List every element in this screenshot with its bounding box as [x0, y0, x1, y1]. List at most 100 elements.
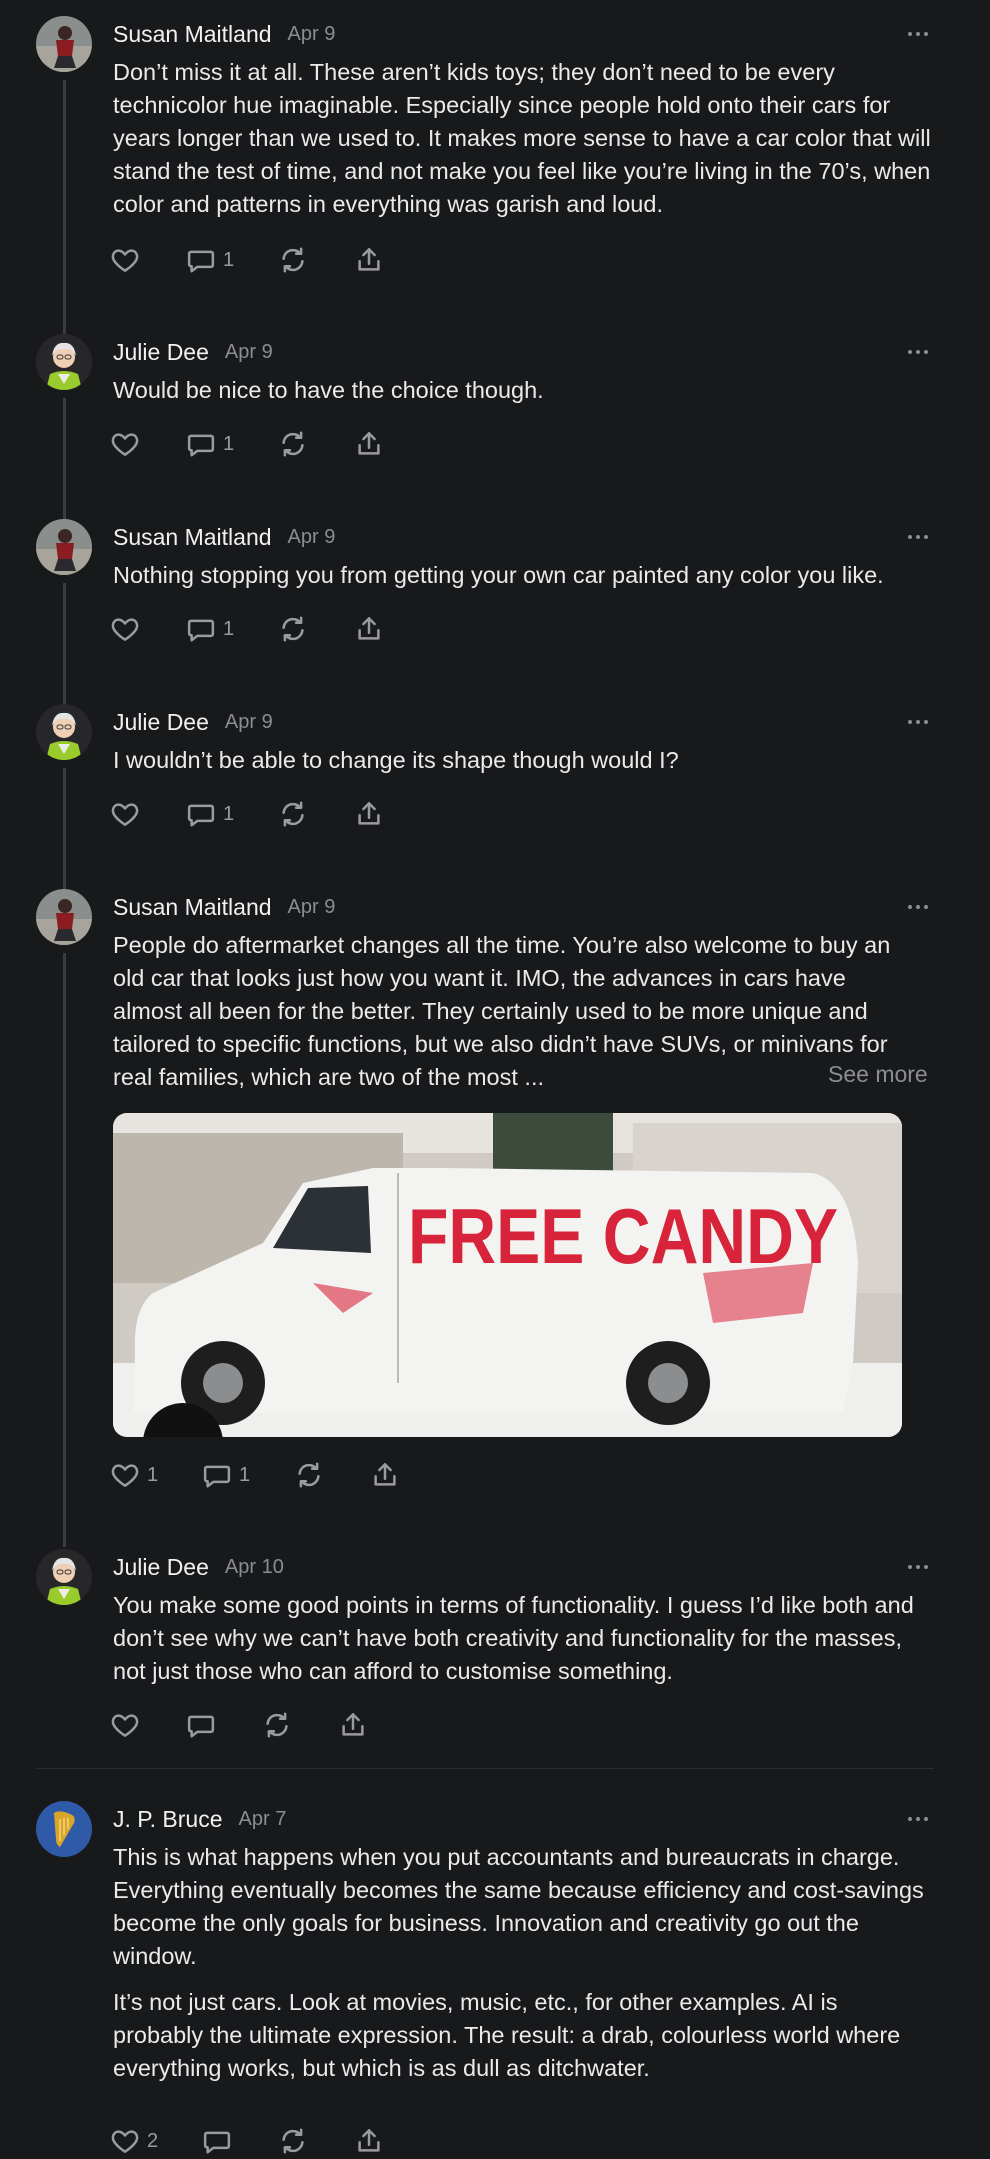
comment-body: Don’t miss it at all. These aren’t kids …: [113, 56, 933, 221]
share-icon: [374, 1463, 396, 1486]
restack-icon: [266, 1712, 288, 1738]
avatar[interactable]: [36, 1549, 92, 1605]
count-label: 1: [223, 617, 235, 640]
more-options-button[interactable]: [900, 334, 936, 370]
heart-icon: [111, 803, 139, 826]
like-button[interactable]: 1: [110, 1457, 158, 1493]
post-date[interactable]: Apr 9: [225, 711, 273, 734]
thread-line: [63, 80, 66, 336]
post-date[interactable]: Apr 10: [225, 1556, 284, 1579]
author-name[interactable]: Julie Dee: [113, 709, 209, 736]
like-button[interactable]: 2: [110, 2123, 158, 2159]
avatar[interactable]: [36, 704, 92, 760]
share-button[interactable]: [370, 1457, 400, 1493]
share-button[interactable]: [354, 796, 384, 832]
avatar[interactable]: [36, 1801, 92, 1857]
like-button[interactable]: [110, 242, 140, 278]
comment: Julie Dee Apr 9 I wouldn’t be able to ch…: [0, 704, 990, 892]
share-button[interactable]: [354, 2123, 384, 2159]
julie-avatar-icon: [36, 334, 92, 390]
heart-icon: [111, 249, 139, 272]
author-name[interactable]: Julie Dee: [113, 1554, 209, 1581]
avatar[interactable]: [36, 519, 92, 575]
comment-body: You make some good points in terms of fu…: [113, 1589, 933, 1688]
comment-icon: [187, 434, 215, 457]
share-button[interactable]: [354, 426, 384, 462]
reply-button[interactable]: [186, 1707, 216, 1743]
susan-avatar-icon: [36, 889, 92, 945]
restack-icon: [282, 2128, 304, 2154]
more-options-button[interactable]: [900, 16, 936, 52]
more-options-button[interactable]: [900, 889, 936, 925]
more-options-button[interactable]: [900, 704, 936, 740]
avatar[interactable]: [36, 16, 92, 72]
comment-text: People do aftermarket changes all the ti…: [113, 932, 891, 1090]
more-icon: [908, 905, 912, 909]
like-button[interactable]: [110, 611, 140, 647]
more-options-button[interactable]: [900, 519, 936, 555]
avatar[interactable]: [36, 889, 92, 945]
reply-button[interactable]: 1: [186, 611, 234, 647]
susan-avatar-icon: [36, 519, 92, 575]
reply-button[interactable]: [202, 2123, 232, 2159]
author-name[interactable]: J. P. Bruce: [113, 1806, 223, 1833]
reply-button[interactable]: 1: [202, 1457, 250, 1493]
comment-body: This is what happens when you put accoun…: [113, 1841, 933, 2085]
restack-button[interactable]: [262, 1707, 292, 1743]
more-icon: [908, 720, 912, 724]
comment-header: J. P. Bruce Apr 7: [113, 1801, 286, 1837]
comment: Susan Maitland Apr 9 Don’t miss it at al…: [0, 16, 990, 336]
count-label: 1: [223, 248, 235, 271]
attached-image[interactable]: FREE CANDY: [113, 1113, 902, 1437]
post-date[interactable]: Apr 9: [225, 341, 273, 364]
comment: Susan Maitland Apr 9 People do aftermark…: [0, 889, 990, 1547]
author-name[interactable]: Susan Maitland: [113, 21, 272, 48]
comment-body: People do aftermarket changes all the ti…: [113, 929, 890, 1094]
author-name[interactable]: Susan Maitland: [113, 894, 272, 921]
comment-feed: Susan Maitland Apr 9 Don’t miss it at al…: [0, 0, 990, 2158]
share-button[interactable]: [338, 1707, 368, 1743]
author-name[interactable]: Julie Dee: [113, 339, 209, 366]
heart-icon: [111, 1464, 139, 1487]
more-options-button[interactable]: [900, 1549, 936, 1585]
post-date[interactable]: Apr 9: [288, 23, 336, 46]
share-button[interactable]: [354, 611, 384, 647]
share-icon: [358, 2129, 380, 2152]
reply-button[interactable]: 1: [186, 242, 234, 278]
more-icon: [908, 535, 912, 539]
author-name[interactable]: Susan Maitland: [113, 524, 272, 551]
restack-icon: [282, 616, 304, 642]
comment-header: Susan Maitland Apr 9: [113, 889, 335, 925]
comment: Julie Dee Apr 10 You make some good poin…: [0, 1549, 990, 1749]
restack-button[interactable]: [278, 611, 308, 647]
thread-line: [63, 768, 66, 892]
post-date[interactable]: Apr 9: [288, 896, 336, 919]
restack-icon: [282, 247, 304, 273]
restack-button[interactable]: [294, 1457, 324, 1493]
restack-button[interactable]: [278, 242, 308, 278]
comment-text: Nothing stopping you from getting your o…: [113, 562, 884, 588]
comment-icon: [203, 2131, 231, 2154]
reply-button[interactable]: 1: [186, 426, 234, 462]
more-options-button[interactable]: [900, 1801, 936, 1837]
comment-icon: [187, 1715, 215, 1738]
restack-button[interactable]: [278, 796, 308, 832]
heart-icon: [111, 1714, 139, 1737]
like-button[interactable]: [110, 796, 140, 832]
like-button[interactable]: [110, 1707, 140, 1743]
post-date[interactable]: Apr 9: [288, 526, 336, 549]
thread-line: [63, 398, 66, 522]
see-more-link[interactable]: See more: [828, 1061, 928, 1088]
avatar[interactable]: [36, 334, 92, 390]
comment-text: Don’t miss it at all. These aren’t kids …: [113, 59, 931, 217]
restack-button[interactable]: [278, 426, 308, 462]
post-date[interactable]: Apr 7: [239, 1808, 287, 1831]
reply-button[interactable]: 1: [186, 796, 234, 832]
comment-body: I wouldn’t be able to change its shape t…: [113, 744, 933, 777]
share-button[interactable]: [354, 242, 384, 278]
like-button[interactable]: [110, 426, 140, 462]
comment-icon: [187, 250, 215, 273]
comment: J. P. Bruce Apr 7 This is what happens w…: [0, 1801, 990, 2154]
restack-button[interactable]: [278, 2123, 308, 2159]
comment-body: Would be nice to have the choice though.: [113, 374, 933, 407]
